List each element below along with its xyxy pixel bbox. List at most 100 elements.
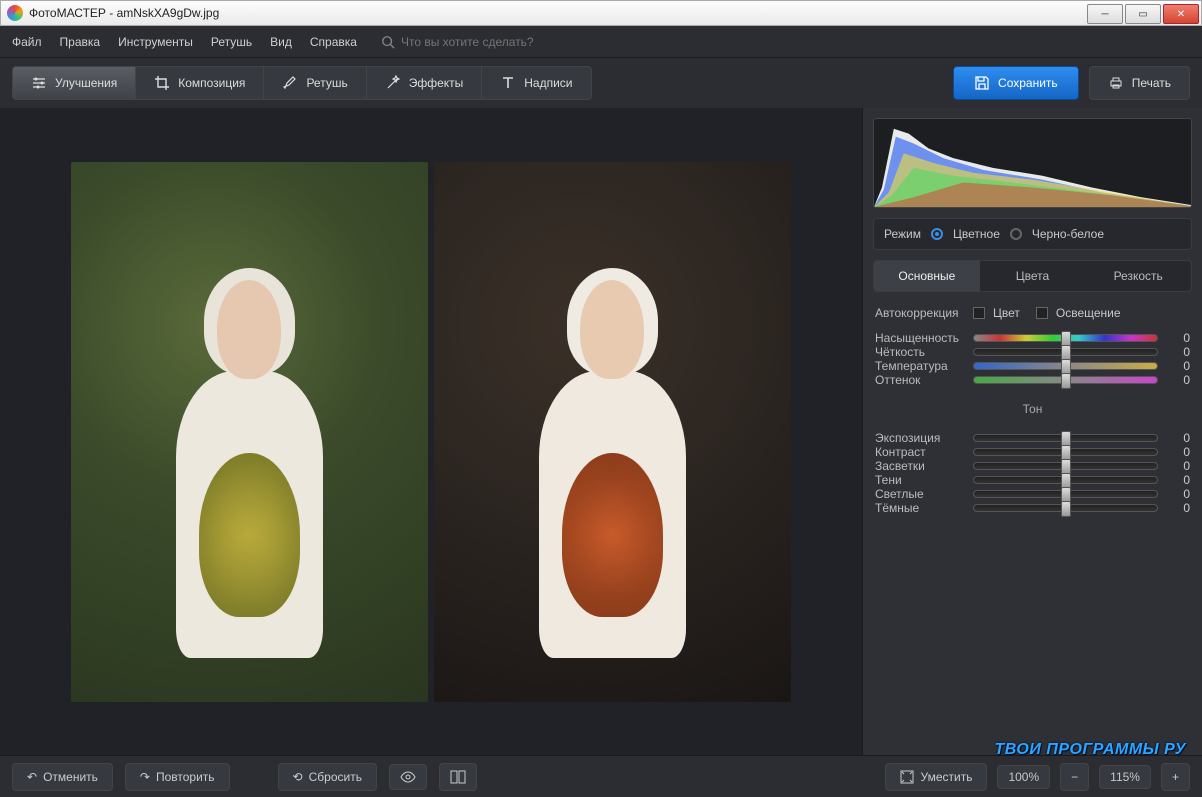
app-icon: [7, 5, 23, 21]
tool-captions-label: Надписи: [524, 76, 572, 90]
slider-value: 0: [1166, 373, 1190, 387]
slider-row-tone-2: Засветки0: [875, 459, 1190, 473]
slider-thumb[interactable]: [1061, 373, 1071, 389]
slider-row-top-0: Насыщенность0: [875, 331, 1190, 345]
slider-track[interactable]: [973, 462, 1158, 470]
zoom-current[interactable]: 115%: [1099, 765, 1151, 789]
toggle-preview-button[interactable]: [389, 764, 427, 790]
auto-light-label[interactable]: Освещение: [1056, 306, 1121, 320]
tool-composition[interactable]: Композиция: [136, 67, 264, 99]
slider-label: Чёткость: [875, 345, 965, 359]
tab-sharpness[interactable]: Резкость: [1085, 261, 1191, 291]
zoom-controls: Уместить 100% − 115% +: [885, 763, 1190, 791]
reset-button[interactable]: ⟲ Сбросить: [278, 763, 377, 791]
slider-value: 0: [1166, 459, 1190, 473]
slider-label: Тёмные: [875, 501, 965, 515]
slider-track[interactable]: [973, 448, 1158, 456]
tool-captions[interactable]: Надписи: [482, 67, 590, 99]
search-input[interactable]: [401, 35, 581, 49]
tab-basic[interactable]: Основные: [874, 261, 980, 291]
slider-track[interactable]: [973, 434, 1158, 442]
save-button[interactable]: Сохранить: [953, 66, 1079, 100]
menu-bar: Файл Правка Инструменты Ретушь Вид Справ…: [0, 26, 1202, 58]
image-preview[interactable]: [71, 162, 791, 702]
tab-colors[interactable]: Цвета: [980, 261, 1086, 291]
auto-color-label[interactable]: Цвет: [993, 306, 1020, 320]
menu-tools[interactable]: Инструменты: [116, 31, 195, 53]
reset-icon: ⟲: [293, 770, 303, 784]
slider-track[interactable]: [973, 376, 1158, 384]
print-button-label: Печать: [1132, 76, 1171, 90]
slider-label: Оттенок: [875, 373, 965, 387]
auto-label: Автокоррекция: [875, 306, 965, 320]
save-icon: [974, 75, 990, 91]
slider-track[interactable]: [973, 476, 1158, 484]
undo-button[interactable]: ↶ Отменить: [12, 763, 113, 791]
zoom-out-button[interactable]: −: [1060, 763, 1089, 791]
menu-view[interactable]: Вид: [268, 31, 294, 53]
tool-retouch[interactable]: Ретушь: [264, 67, 366, 99]
slider-value: 0: [1166, 445, 1190, 459]
adjust-panel: Автокоррекция Цвет Освещение Насыщенност…: [873, 302, 1192, 519]
window-title: ФотоМАСТЕР - amNskXA9gDw.jpg: [29, 6, 1087, 20]
tool-composition-label: Композиция: [178, 76, 245, 90]
mode-bw-radio[interactable]: [1010, 228, 1022, 240]
search-icon: [381, 35, 395, 49]
slider-row-top-1: Чёткость 0: [875, 345, 1190, 359]
auto-correction-row: Автокоррекция Цвет Освещение: [875, 306, 1190, 320]
menu-retouch[interactable]: Ретушь: [209, 31, 254, 53]
print-icon: [1108, 75, 1124, 91]
tool-enhance[interactable]: Улучшения: [13, 67, 136, 99]
slider-track[interactable]: [973, 348, 1158, 356]
slider-label: Контраст: [875, 445, 965, 459]
slider-track[interactable]: [973, 504, 1158, 512]
slider-track[interactable]: [973, 362, 1158, 370]
tool-effects[interactable]: Эффекты: [367, 67, 483, 99]
slider-row-tone-4: Светлые0: [875, 487, 1190, 501]
mode-color-label[interactable]: Цветное: [953, 227, 1000, 241]
window-close-button[interactable]: ✕: [1163, 4, 1199, 24]
tone-section-label: Тон: [875, 398, 1190, 420]
zoom-in-button[interactable]: +: [1161, 763, 1190, 791]
print-button[interactable]: Печать: [1089, 66, 1190, 100]
main-toolbar: Улучшения Композиция Ретушь Эффекты Надп…: [0, 58, 1202, 108]
menu-help[interactable]: Справка: [308, 31, 359, 53]
mode-bw-label[interactable]: Черно-белое: [1032, 227, 1104, 241]
tool-retouch-label: Ретушь: [306, 76, 347, 90]
zoom-actual[interactable]: 100%: [997, 765, 1050, 789]
slider-value: 0: [1166, 431, 1190, 445]
slider-track[interactable]: [973, 334, 1158, 342]
menu-edit[interactable]: Правка: [58, 31, 103, 53]
adjust-tabs: Основные Цвета Резкость: [873, 260, 1192, 292]
redo-button[interactable]: ↷ Повторить: [125, 763, 230, 791]
menu-file[interactable]: Файл: [10, 31, 44, 53]
slider-label: Тени: [875, 473, 965, 487]
eye-icon: [400, 771, 416, 783]
slider-row-top-2: Температура0: [875, 359, 1190, 373]
wand-icon: [385, 75, 401, 91]
color-mode-row: Режим Цветное Черно-белое: [873, 218, 1192, 250]
slider-row-tone-3: Тени0: [875, 473, 1190, 487]
auto-color-checkbox[interactable]: [973, 307, 985, 319]
slider-track[interactable]: [973, 490, 1158, 498]
slider-thumb[interactable]: [1061, 501, 1071, 517]
auto-light-checkbox[interactable]: [1036, 307, 1048, 319]
fit-icon: [900, 770, 914, 784]
mode-label: Режим: [884, 227, 921, 241]
window-minimize-button[interactable]: ─: [1087, 4, 1123, 24]
compare-icon: [450, 770, 466, 784]
slider-row-tone-5: Тёмные0: [875, 501, 1190, 515]
canvas-area: [0, 108, 862, 755]
crop-icon: [154, 75, 170, 91]
compare-button[interactable]: [439, 763, 477, 791]
slider-value: 0: [1166, 331, 1190, 345]
slider-row-tone-1: Контраст 0: [875, 445, 1190, 459]
slider-label: Температура: [875, 359, 965, 373]
slider-label: Светлые: [875, 487, 965, 501]
menu-search: [381, 35, 581, 49]
slider-value: 0: [1166, 345, 1190, 359]
fit-button[interactable]: Уместить: [885, 763, 987, 791]
save-button-label: Сохранить: [998, 76, 1058, 90]
window-maximize-button[interactable]: ▭: [1125, 4, 1161, 24]
mode-color-radio[interactable]: [931, 228, 943, 240]
